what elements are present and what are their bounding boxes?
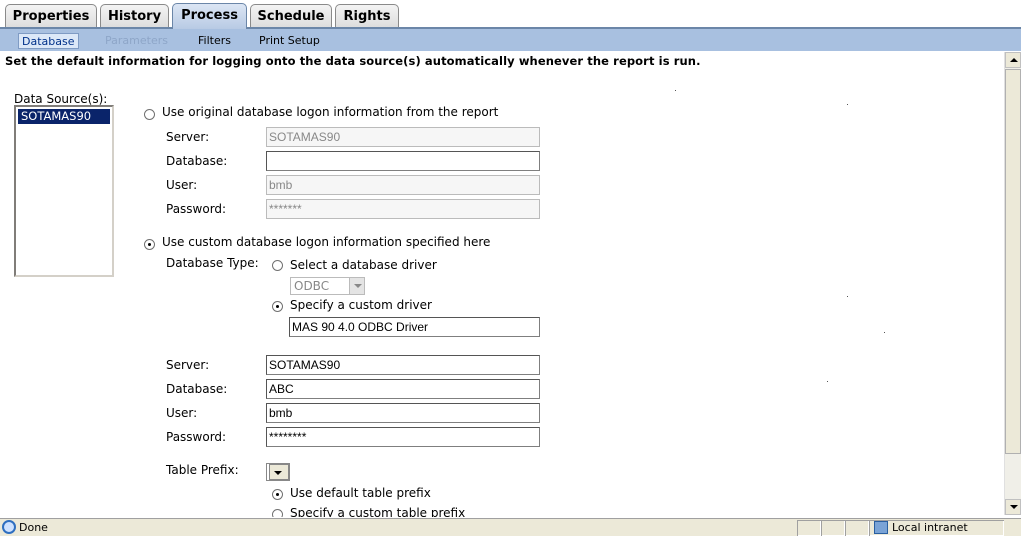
custom-driver-field[interactable]: MAS 90 4.0 ODBC Driver: [289, 317, 540, 337]
table-prefix-label: Table Prefix:: [166, 463, 239, 477]
table-prefix-dropdown[interactable]: [266, 463, 290, 481]
tab-process[interactable]: Process: [172, 3, 247, 29]
artifact-dot: [847, 296, 848, 297]
custom-logon-label: Use custom database logon information sp…: [162, 235, 491, 249]
custom-driver-radio[interactable]: [272, 301, 283, 312]
original-logon-radio[interactable]: [144, 109, 155, 120]
ie-page-icon: [2, 520, 16, 534]
clipped-area: Specify a custom table prefix: [0, 505, 1000, 517]
data-sources-list[interactable]: SOTAMAS90: [14, 105, 114, 277]
original-user-label: User:: [166, 178, 198, 192]
custom-password-field[interactable]: ********: [266, 427, 540, 447]
artifact-dot: [827, 381, 828, 382]
custom-database-field[interactable]: ABC: [266, 379, 540, 399]
tab-strip: Properties History Process Schedule Righ…: [0, 0, 1021, 29]
tab-rights[interactable]: Rights: [335, 4, 399, 28]
data-sources-label: Data Source(s):: [14, 92, 108, 106]
default-prefix-label: Use default table prefix: [290, 486, 431, 500]
status-bar: Done Local intranet: [0, 518, 1021, 536]
subnav-print-setup[interactable]: Print Setup: [256, 33, 323, 49]
subnav-database[interactable]: Database: [18, 33, 79, 49]
original-database-field: [266, 151, 540, 171]
driver-select: ODBC: [290, 277, 365, 295]
database-type-label: Database Type:: [166, 256, 259, 270]
subnav-parameters: Parameters: [105, 34, 168, 47]
custom-prefix-radio[interactable]: [272, 509, 283, 517]
zone-text: Local intranet: [892, 521, 968, 534]
status-panel: [797, 520, 821, 536]
custom-user-label: User:: [166, 406, 198, 420]
artifact-dot: [847, 104, 848, 105]
local-intranet-icon: [874, 521, 888, 534]
tab-properties[interactable]: Properties: [5, 4, 97, 28]
status-text: Done: [19, 521, 48, 534]
scroll-up-icon[interactable]: [1005, 52, 1021, 68]
subnav-filters[interactable]: Filters: [195, 33, 234, 49]
artifact-dot: [675, 90, 676, 91]
custom-password-label: Password:: [166, 430, 227, 444]
select-driver-label: Select a database driver: [290, 258, 437, 272]
original-password-field: *******: [266, 199, 540, 219]
original-database-label: Database:: [166, 154, 228, 168]
status-panel: [845, 520, 869, 536]
default-prefix-radio[interactable]: [272, 489, 283, 500]
original-server-field: SOTAMAS90: [266, 127, 540, 147]
custom-driver-label: Specify a custom driver: [290, 298, 432, 312]
tab-schedule[interactable]: Schedule: [250, 4, 332, 28]
custom-user-field[interactable]: bmb: [266, 403, 540, 423]
dropdown-arrow-icon: [349, 278, 364, 294]
instruction-text: Set the default information for logging …: [5, 54, 701, 68]
original-user-field: bmb: [266, 175, 540, 195]
select-driver-radio[interactable]: [272, 260, 283, 271]
original-logon-label: Use original database logon information …: [162, 105, 499, 119]
vertical-scrollbar[interactable]: [1004, 52, 1021, 515]
original-server-label: Server:: [166, 130, 210, 144]
scroll-down-icon[interactable]: [1005, 499, 1021, 515]
original-password-label: Password:: [166, 202, 227, 216]
data-source-item[interactable]: SOTAMAS90: [18, 109, 110, 124]
sub-navigation: Database Parameters Filters Print Setup: [0, 29, 1021, 51]
status-panel: [821, 520, 845, 536]
custom-logon-radio[interactable]: [144, 239, 155, 250]
tab-history[interactable]: History: [100, 4, 169, 28]
scroll-thumb[interactable]: [1005, 69, 1021, 454]
custom-prefix-label: Specify a custom table prefix: [290, 506, 466, 517]
custom-database-label: Database:: [166, 382, 228, 396]
artifact-dot: [884, 332, 885, 333]
custom-server-label: Server:: [166, 358, 210, 372]
custom-server-field[interactable]: SOTAMAS90: [266, 355, 540, 375]
dropdown-arrow-icon[interactable]: [269, 464, 289, 480]
driver-select-value: ODBC: [294, 279, 330, 293]
